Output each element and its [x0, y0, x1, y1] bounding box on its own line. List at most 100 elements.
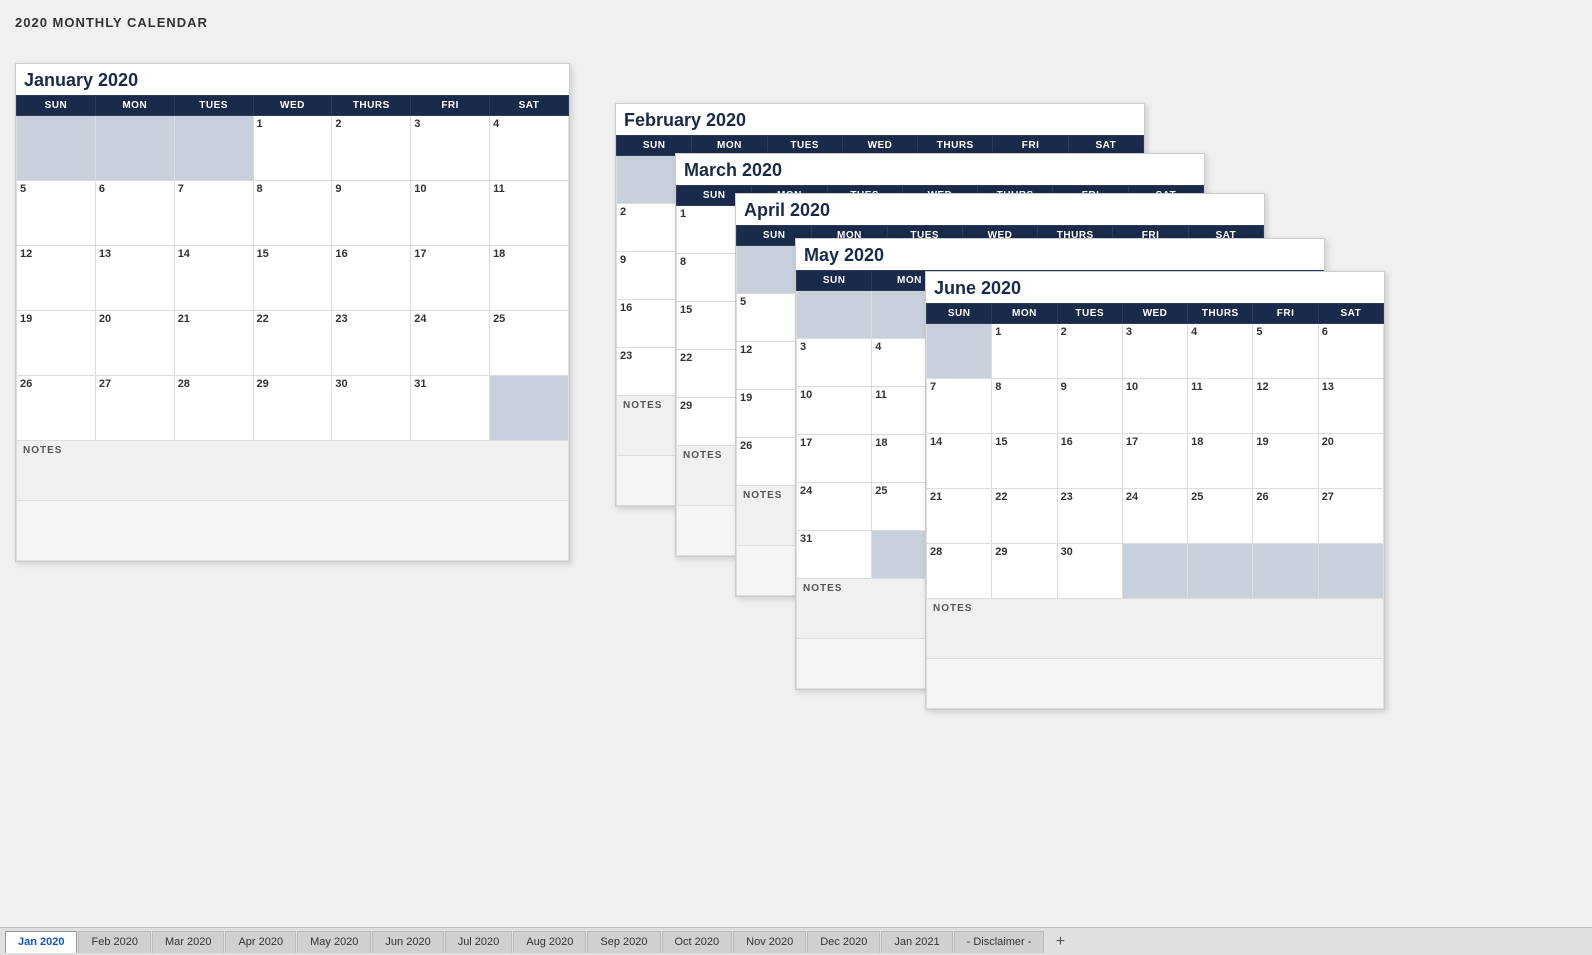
june-title: June 2020 — [926, 272, 1384, 303]
tab-mar-2020[interactable]: Mar 2020 — [152, 931, 224, 953]
table-row: 17 — [411, 246, 490, 311]
tab-jan-2021[interactable]: Jan 2021 — [881, 931, 952, 953]
table-row — [490, 376, 569, 441]
tab-oct-2020[interactable]: Oct 2020 — [662, 931, 733, 953]
table-row: 10 — [1122, 379, 1187, 434]
table-row: 21 — [927, 489, 992, 544]
table-row — [174, 116, 253, 181]
table-row: 25 — [1188, 489, 1253, 544]
table-row: 19 — [1253, 434, 1318, 489]
march-title: March 2020 — [676, 154, 1204, 185]
table-row: 11 — [490, 181, 569, 246]
table-row: 2 — [1057, 324, 1122, 379]
january-notes: NOTES — [17, 441, 569, 501]
tab-disclaimer[interactable]: - Disclaimer - — [954, 931, 1045, 953]
table-row: 24 — [797, 483, 872, 531]
table-row: 9 — [1057, 379, 1122, 434]
table-row: 12 — [1253, 379, 1318, 434]
table-row: 24 — [411, 311, 490, 376]
table-row: 1 — [253, 116, 332, 181]
table-row: 25 — [490, 311, 569, 376]
table-row — [17, 116, 96, 181]
tab-nov-2020[interactable]: Nov 2020 — [733, 931, 806, 953]
table-row: 18 — [490, 246, 569, 311]
table-row — [1188, 544, 1253, 599]
may-title: May 2020 — [796, 239, 1324, 270]
table-row: 31 — [797, 531, 872, 579]
table-row: 3 — [1122, 324, 1187, 379]
tab-feb-2020[interactable]: Feb 2020 — [78, 931, 150, 953]
table-row: 8 — [992, 379, 1057, 434]
table-row: 17 — [1122, 434, 1187, 489]
jun-header-mon: MON — [992, 304, 1057, 324]
tab-dec-2020[interactable]: Dec 2020 — [807, 931, 880, 953]
table-row: 16 — [332, 246, 411, 311]
tab-may-2020[interactable]: May 2020 — [297, 931, 371, 953]
tab-jun-2020[interactable]: Jun 2020 — [372, 931, 443, 953]
tab-sep-2020[interactable]: Sep 2020 — [587, 931, 660, 953]
june-notes: NOTES — [927, 599, 1384, 659]
tab-jan-2020[interactable]: Jan 2020 — [5, 931, 77, 953]
tab-add-button[interactable]: + — [1049, 931, 1071, 953]
app-container: 2020 MONTHLY CALENDAR January 2020 SUN M… — [0, 0, 1592, 955]
table-row: 28 — [927, 544, 992, 599]
table-row: 17 — [797, 435, 872, 483]
table-row: 27 — [1318, 489, 1383, 544]
january-table: SUN MON TUES WED THURS FRI SAT 1 — [16, 95, 569, 561]
june-notes-area — [927, 659, 1384, 709]
table-row: 3 — [411, 116, 490, 181]
table-row — [1318, 544, 1383, 599]
tab-apr-2020[interactable]: Apr 2020 — [225, 931, 296, 953]
jun-header-wed: WED — [1122, 304, 1187, 324]
table-row: 27 — [95, 376, 174, 441]
jun-header-sat: SAT — [1318, 304, 1383, 324]
table-row: 5 — [1253, 324, 1318, 379]
table-row: 30 — [332, 376, 411, 441]
table-row: 29 — [992, 544, 1057, 599]
table-row: 14 — [927, 434, 992, 489]
table-row: 20 — [1318, 434, 1383, 489]
table-row: 21 — [174, 311, 253, 376]
table-row — [1122, 544, 1187, 599]
table-row: 10 — [411, 181, 490, 246]
table-row: 12 — [17, 246, 96, 311]
table-row: 10 — [797, 387, 872, 435]
tab-jul-2020[interactable]: Jul 2020 — [445, 931, 513, 953]
jan-header-sun: SUN — [17, 96, 96, 116]
table-row: 4 — [490, 116, 569, 181]
table-row: 22 — [253, 311, 332, 376]
calendar-january: January 2020 SUN MON TUES WED THURS FRI … — [15, 63, 570, 562]
table-row: 31 — [411, 376, 490, 441]
table-row: 23 — [332, 311, 411, 376]
january-notes-area — [17, 501, 569, 561]
jun-header-sun: SUN — [927, 304, 992, 324]
table-row: 29 — [253, 376, 332, 441]
table-row: 13 — [95, 246, 174, 311]
jun-header-tues: TUES — [1057, 304, 1122, 324]
table-row: 28 — [174, 376, 253, 441]
june-table: SUN MON TUES WED THURS FRI SAT 1 2 3 — [926, 303, 1384, 709]
table-row — [927, 324, 992, 379]
table-row: 7 — [927, 379, 992, 434]
table-row: 7 — [174, 181, 253, 246]
table-row: 6 — [95, 181, 174, 246]
tab-aug-2020[interactable]: Aug 2020 — [513, 931, 586, 953]
table-row: 19 — [17, 311, 96, 376]
table-row: 2 — [332, 116, 411, 181]
table-row: 30 — [1057, 544, 1122, 599]
table-row: 5 — [17, 181, 96, 246]
table-row — [95, 116, 174, 181]
table-row: 1 — [992, 324, 1057, 379]
page-title: 2020 MONTHLY CALENDAR — [15, 10, 1577, 30]
tab-bar: Jan 2020 Feb 2020 Mar 2020 Apr 2020 May … — [0, 927, 1592, 955]
jan-header-mon: MON — [95, 96, 174, 116]
calendar-june: June 2020 SUN MON TUES WED THURS FRI SAT — [925, 271, 1385, 710]
table-row — [1253, 544, 1318, 599]
table-row: 14 — [174, 246, 253, 311]
april-title: April 2020 — [736, 194, 1264, 225]
table-row: 4 — [1188, 324, 1253, 379]
jan-header-fri: FRI — [411, 96, 490, 116]
table-row: 13 — [1318, 379, 1383, 434]
table-row: 20 — [95, 311, 174, 376]
table-row: 15 — [253, 246, 332, 311]
